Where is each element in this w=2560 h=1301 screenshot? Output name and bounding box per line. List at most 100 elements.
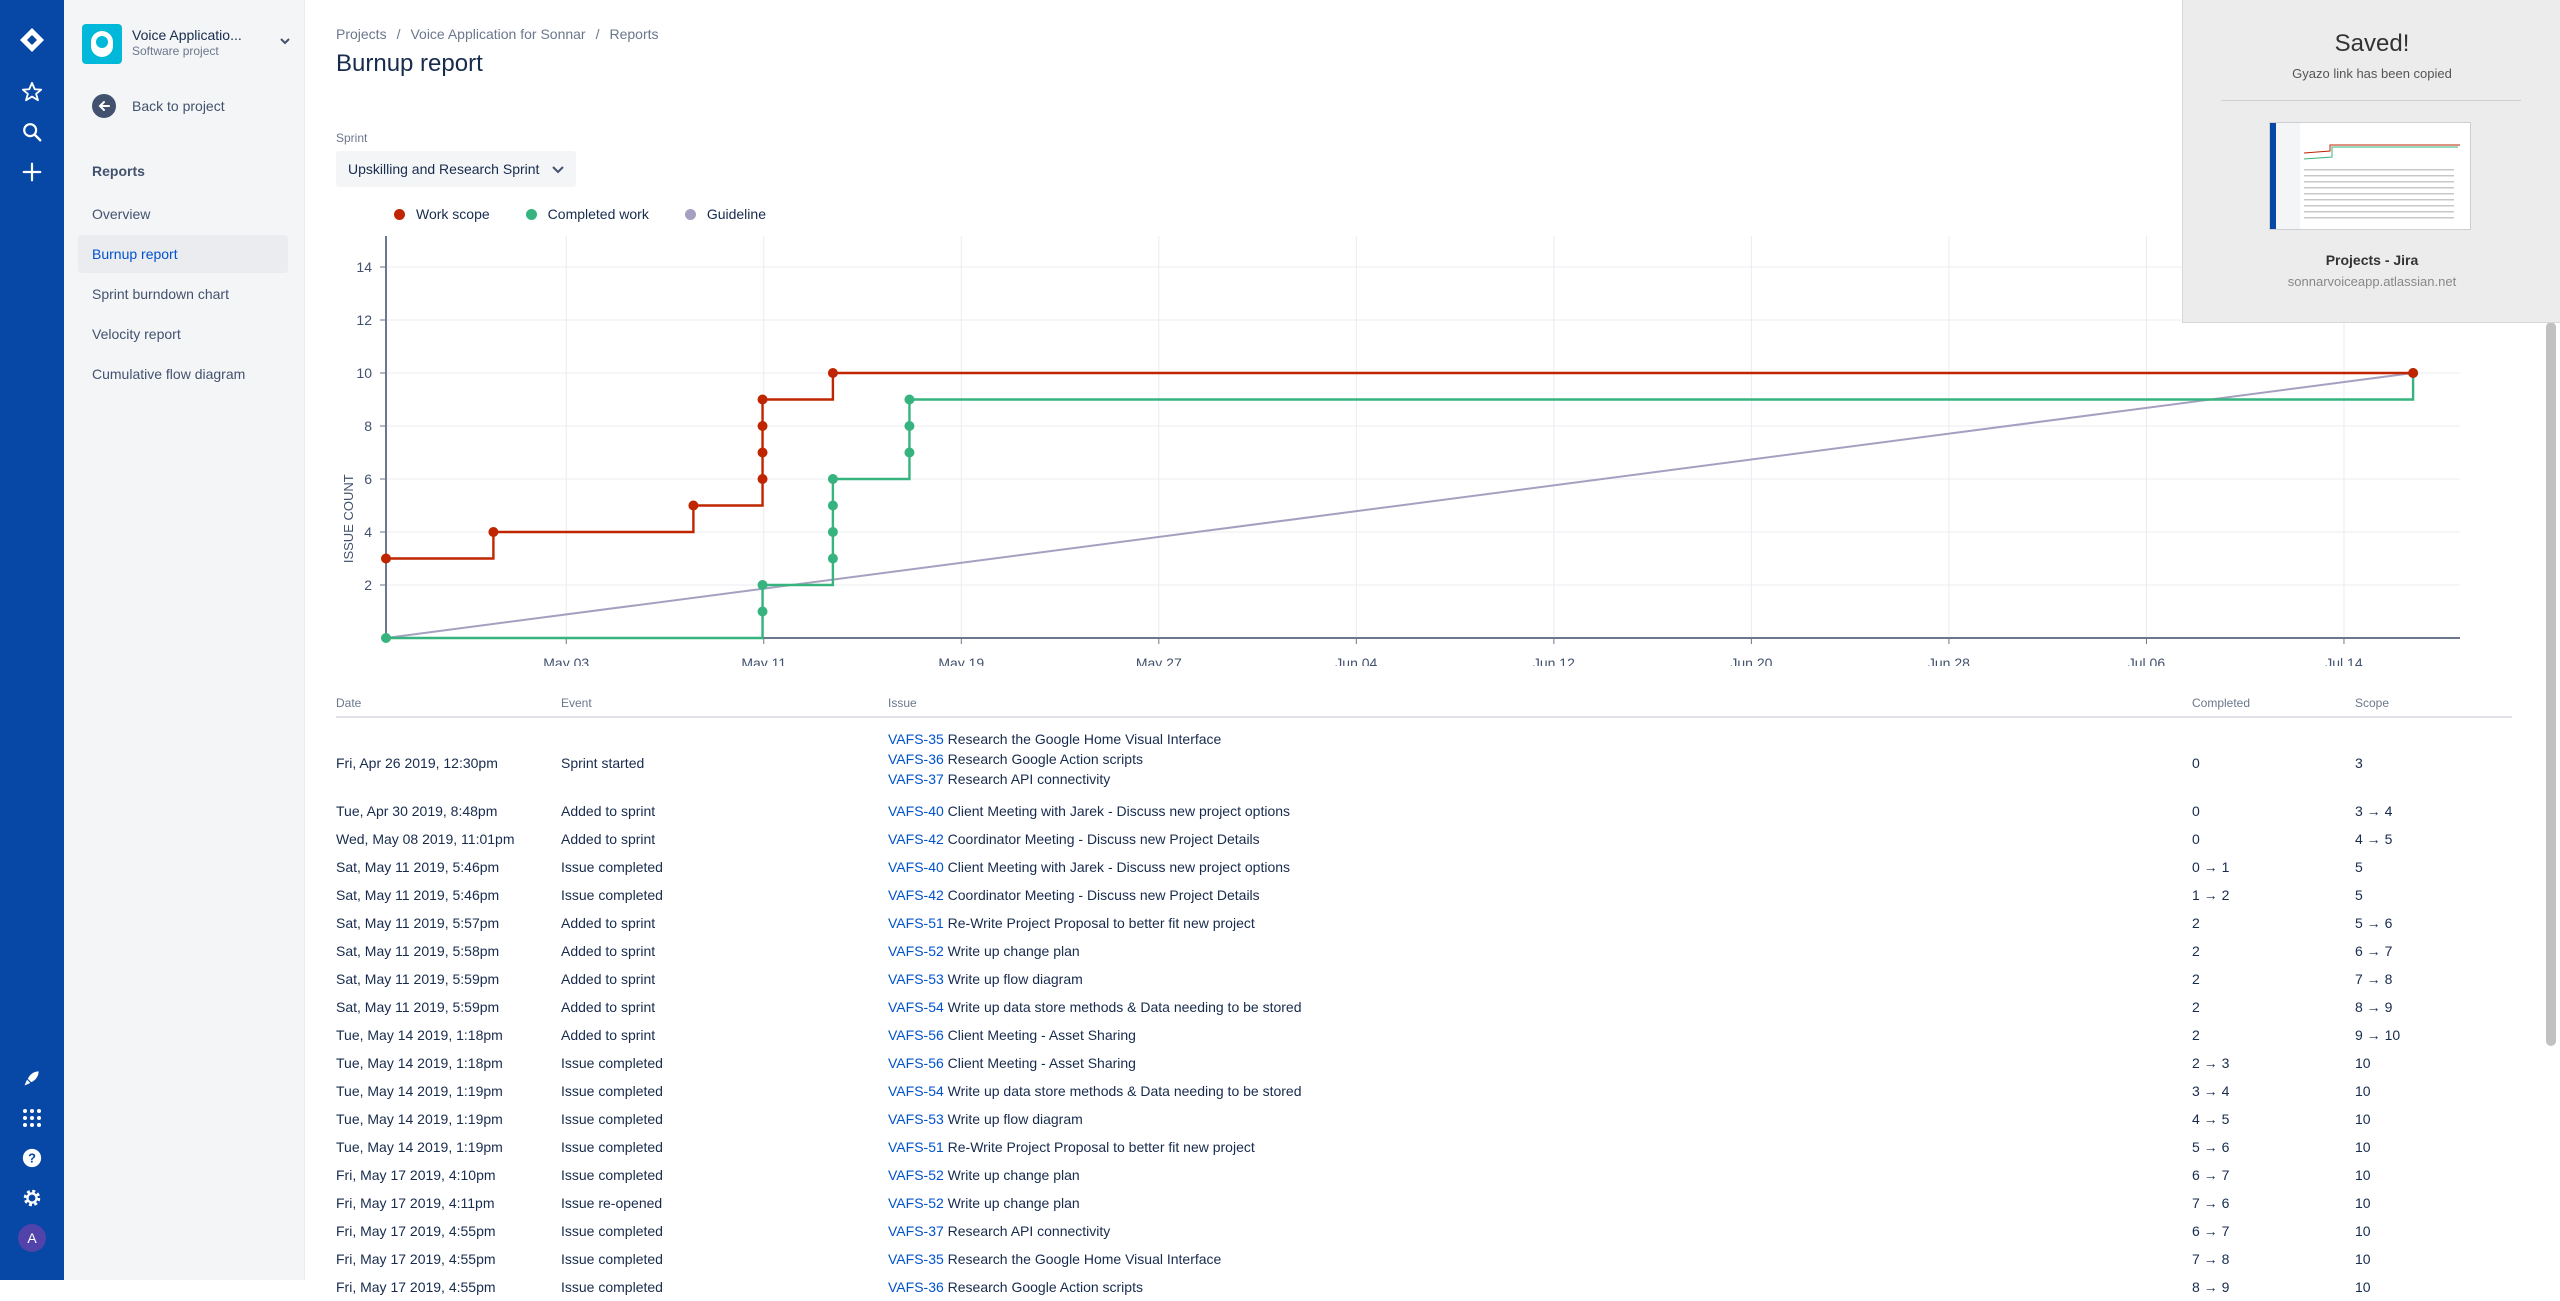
legend-item-work-scope[interactable]: Work scope: [394, 206, 490, 222]
issue-summary: Write up change plan: [947, 1167, 1080, 1183]
issue-cell: VAFS-36 Research Google Action scripts: [888, 1279, 1143, 1295]
event-type: Issue completed: [561, 1083, 663, 1099]
sidebar-item-cumulative-flow-diagram[interactable]: Cumulative flow diagram: [78, 355, 288, 393]
issue-summary: Write up data store methods & Data needi…: [947, 999, 1302, 1015]
issue-key-link[interactable]: VAFS-52: [888, 1167, 944, 1183]
y-axis-label: ISSUE COUNT: [341, 474, 356, 563]
event-date: Fri, May 17 2019, 4:55pm: [336, 1251, 496, 1267]
event-date: Fri, May 17 2019, 4:10pm: [336, 1167, 496, 1183]
chevron-down-icon[interactable]: [278, 34, 292, 53]
issue-key-link[interactable]: VAFS-40: [888, 859, 944, 875]
scrollbar-thumb[interactable]: [2546, 322, 2556, 1046]
sidebar-item-burnup-report[interactable]: Burnup report: [78, 235, 288, 273]
breadcrumb-projects[interactable]: Projects: [336, 26, 387, 42]
x-tick-label: Jul 06: [2128, 655, 2166, 666]
issue-key-link[interactable]: VAFS-53: [888, 971, 944, 987]
table-row: Tue, May 14 2019, 1:18pm Added to sprint V…: [0, 1021, 2560, 1049]
sprint-select[interactable]: Upskilling and Research Sprint: [336, 151, 576, 187]
y-tick-label: 14: [356, 259, 372, 275]
issue-key-link[interactable]: VAFS-56: [888, 1027, 944, 1043]
issue-summary: Write up change plan: [947, 1195, 1080, 1211]
issue-cell: VAFS-40 Client Meeting with Jarek - Disc…: [888, 859, 1290, 875]
scope-value: 8 → 9: [2355, 999, 2393, 1015]
issue-key-link[interactable]: VAFS-42: [888, 831, 944, 847]
event-type: Issue completed: [561, 1167, 663, 1183]
issue-key-link[interactable]: VAFS-52: [888, 1195, 944, 1211]
completed-value: 2: [2192, 971, 2200, 987]
jira-logo-icon[interactable]: [16, 24, 48, 56]
issue-summary: Re-Write Project Proposal to better fit …: [947, 1139, 1255, 1155]
header-date: Date: [336, 696, 362, 710]
event-date: Sat, May 11 2019, 5:57pm: [336, 915, 500, 931]
sidebar-item-velocity-report[interactable]: Velocity report: [78, 315, 288, 353]
issue-key-link[interactable]: VAFS-36: [888, 1279, 944, 1295]
reports-section-title: Reports: [92, 163, 145, 179]
completed-value: 2: [2192, 1027, 2200, 1043]
gyazo-page-title: Projects - Jira: [2325, 252, 2419, 268]
table-row: Wed, May 08 2019, 11:01pm Added to sprint…: [0, 825, 2560, 853]
completed-value: 6 → 7: [2192, 1223, 2230, 1239]
issue-key-link[interactable]: VAFS-35: [888, 731, 944, 747]
legend-item-guideline[interactable]: Guideline: [684, 206, 766, 222]
issue-summary: Write up change plan: [947, 943, 1080, 959]
issue-key-link[interactable]: VAFS-54: [888, 999, 944, 1015]
event-type: Added to sprint: [561, 971, 656, 987]
event-type: Added to sprint: [561, 915, 656, 931]
back-to-project-link[interactable]: Back to project: [92, 92, 225, 120]
scope-value: 7 → 8: [2355, 971, 2393, 987]
table-row: Sat, May 11 2019, 5:57pm Added to sprint V…: [0, 909, 2560, 937]
completed-value: 5 → 6: [2192, 1139, 2230, 1155]
search-icon[interactable]: [16, 116, 48, 148]
x-tick-label: Jul 14: [2325, 655, 2363, 666]
header-scope: Scope: [2355, 696, 2390, 710]
sprint-select-value: Upskilling and Research Sprint: [348, 161, 540, 177]
issue-key-link[interactable]: VAFS-35: [888, 1251, 944, 1267]
issue-key-link[interactable]: VAFS-53: [888, 1111, 944, 1127]
x-tick-label: Jun 12: [1533, 655, 1575, 666]
scope-value: 10: [2355, 1139, 2371, 1155]
issue-key-link[interactable]: VAFS-40: [888, 803, 944, 819]
issue-cell: VAFS-42 Coordinator Meeting - Discuss ne…: [888, 887, 1260, 903]
issue-key-link[interactable]: VAFS-56: [888, 1055, 944, 1071]
completed-value: 2: [2192, 915, 2200, 931]
breadcrumb-project[interactable]: Voice Application for Sonnar: [410, 26, 585, 42]
event-type: Added to sprint: [561, 943, 656, 959]
work-scope-point: [757, 474, 768, 484]
issue-key-link[interactable]: VAFS-51: [888, 1139, 944, 1155]
gyazo-notification[interactable]: Saved! Gyazo link has been copied Projec…: [2182, 0, 2560, 323]
legend-item-completed-work[interactable]: Completed work: [525, 206, 649, 222]
issue-summary: Coordinator Meeting - Discuss new Projec…: [947, 887, 1260, 903]
issue-summary: Write up flow diagram: [947, 971, 1083, 987]
issue-key-link[interactable]: VAFS-37: [888, 771, 944, 787]
scope-value: 4 → 5: [2355, 831, 2393, 847]
breadcrumb-reports[interactable]: Reports: [609, 26, 658, 42]
issue-key-link[interactable]: VAFS-36: [888, 751, 944, 767]
event-type: Issue completed: [561, 859, 663, 875]
issue-key-link[interactable]: VAFS-52: [888, 943, 944, 959]
issue-key-link[interactable]: VAFS-37: [888, 1223, 944, 1239]
event-date: Tue, May 14 2019, 1:18pm: [336, 1055, 503, 1071]
project-switcher[interactable]: Voice Applicatio... Software project: [82, 22, 296, 64]
table-row: Fri, May 17 2019, 4:11pm Issue re-opened V…: [0, 1189, 2560, 1217]
issue-summary: Research the Google Home Visual Interfac…: [947, 731, 1222, 747]
event-type: Added to sprint: [561, 1027, 656, 1043]
event-type: Issue completed: [561, 1111, 663, 1127]
plus-icon[interactable]: [16, 156, 48, 188]
completed-value: 0: [2192, 755, 2200, 771]
event-type: Sprint started: [561, 755, 645, 771]
sidebar-item-overview[interactable]: Overview: [78, 195, 288, 233]
event-type: Issue completed: [561, 887, 663, 903]
sidebar-item-sprint-burndown-chart[interactable]: Sprint burndown chart: [78, 275, 288, 313]
scope-value: 3 → 4: [2355, 803, 2393, 819]
gyazo-thumbnail[interactable]: [2269, 122, 2471, 230]
issue-summary: Re-Write Project Proposal to better fit …: [947, 915, 1255, 931]
issue-key-link[interactable]: VAFS-51: [888, 915, 944, 931]
issue-key-link[interactable]: VAFS-42: [888, 887, 944, 903]
issue-cell: VAFS-37 Research API connectivity: [888, 1223, 1110, 1239]
event-date: Sat, May 11 2019, 5:59pm: [336, 999, 500, 1015]
scope-value: 10: [2355, 1195, 2371, 1211]
star-icon[interactable]: [16, 76, 48, 108]
event-type: Added to sprint: [561, 803, 656, 819]
issue-key-link[interactable]: VAFS-54: [888, 1083, 944, 1099]
completed-value: 0: [2192, 831, 2200, 847]
